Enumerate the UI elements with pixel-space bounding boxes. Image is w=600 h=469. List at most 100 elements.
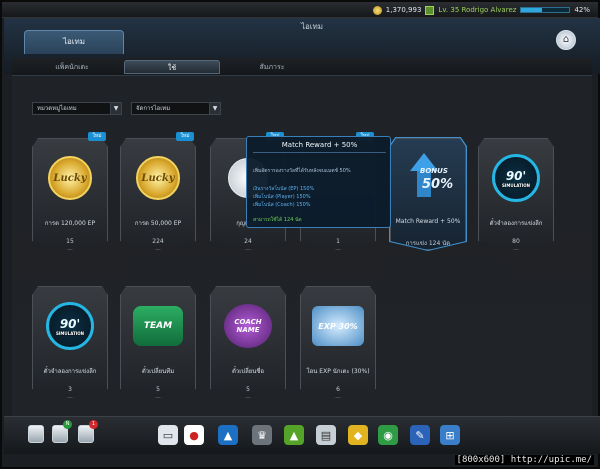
eraser-icon[interactable]: ▭ — [158, 425, 178, 445]
mail-count-badge: 1 — [89, 420, 98, 429]
tooltip-bonus-player: เพิ่มโบนัส (Player) 150% — [253, 194, 311, 200]
bonus-arrow-art: BONUS 50% — [406, 153, 454, 203]
shield-icon[interactable]: ◆ — [348, 425, 368, 445]
category-dropdown-value: หมวดหมู่ไอเทม — [37, 105, 77, 112]
card-count: การแข่ง 124 นัด — [405, 240, 451, 247]
simulation-icon: 90' SIMULATION — [42, 298, 98, 354]
item-card-lucky-50k[interactable]: ใหม่ Lucky การด 50,000 EP 224 — [120, 132, 196, 250]
lucky-coin-icon: Lucky — [42, 150, 98, 206]
coin-icon — [372, 5, 382, 15]
tab-items[interactable]: ไอเทม — [24, 30, 124, 54]
bonus-arrow-icon: BONUS 50% — [400, 150, 456, 206]
item-card-name-change[interactable]: COACH NAME ตั๋วเปลี่ยนชื่อ 5 — [210, 286, 286, 398]
xp-bar-fill — [521, 8, 542, 12]
money-amount: 1,370,993 — [385, 6, 422, 14]
cart-icon[interactable]: ⊞ — [440, 425, 460, 445]
sort-dropdown[interactable]: จัดการไอเทม ▼ — [131, 102, 221, 115]
xp-bar — [520, 7, 571, 13]
card-label: การด 120,000 EP — [44, 220, 96, 227]
exp-art: EXP 30% — [312, 306, 364, 346]
status-strip: 1,370,993 Lv. 35 Rodrigo Alvarez 42% — [2, 2, 598, 18]
lucky-coin-icon: Lucky — [130, 150, 186, 206]
item-card-simulation-1[interactable]: 90' SIMULATION ตั๋วจำลองการแข่งลีก 80 — [478, 138, 554, 250]
card-label: ตั๋วเปลี่ยนทีม — [141, 368, 175, 375]
subtab-player-packs[interactable]: แพ็คนักเตะ — [42, 60, 102, 74]
bonus-percent: 50% — [422, 177, 454, 192]
tooltip-title: Match Reward + 50% — [281, 141, 358, 149]
card-label: ตั๋วเปลี่ยนชื่อ — [231, 368, 265, 375]
game-window: 1,370,993 Lv. 35 Rodrigo Alvarez 42% ไอเ… — [0, 0, 600, 469]
card-count: 15 — [66, 238, 74, 245]
card-count: 80 — [512, 238, 520, 245]
status-info: 1,370,993 Lv. 35 Rodrigo Alvarez 42% — [372, 4, 590, 16]
sort-dropdown-value: จัดการไอเทม — [136, 105, 171, 112]
card-label: Match Reward + 50% — [395, 218, 461, 225]
item-card-lucky-120k[interactable]: ใหม่ Lucky การด 120,000 EP 15 — [32, 132, 108, 250]
xp-percent: 42% — [574, 6, 590, 14]
bottom-taskbar: N 1 ▭ ● ▲ ♛ ▲ ▤ ◆ ◉ ✎ ⊞ — [4, 416, 600, 454]
level-text: Lv. 35 Rodrigo Alvarez — [438, 6, 517, 14]
simulation-minutes: 90' — [505, 168, 527, 183]
card-count: 5 — [246, 386, 250, 393]
new-notification-badge: N — [63, 420, 72, 429]
category-dropdown[interactable]: หมวดหมู่ไอเทม ▼ — [32, 102, 122, 115]
card-count: 6 — [336, 386, 340, 393]
messages-button[interactable]: N — [52, 420, 72, 443]
item-tooltip: Match Reward + 50% เพิ่มอัตรารองรางวัลที… — [246, 136, 391, 228]
badge-icon[interactable]: ◉ — [378, 425, 398, 445]
new-badge: ใหม่ — [176, 132, 194, 141]
simulation-word: SIMULATION — [54, 330, 86, 336]
bonus-text: BONUS — [420, 167, 448, 175]
ball-icon[interactable]: ● — [184, 425, 204, 445]
home-icon: ⌂ — [562, 34, 570, 45]
pencil-icon[interactable]: ✎ — [410, 425, 430, 445]
item-card-exp-transfer[interactable]: EXP 30% โอน EXP นักเตะ (30%) 6 — [300, 286, 376, 398]
subtab-bar: แพ็คนักเตะ ใช้ สัมภาระ — [12, 58, 592, 76]
subtab-inventory[interactable]: สัมภาระ — [242, 60, 302, 74]
chevron-down-icon: ▼ — [209, 103, 220, 114]
tooltip-description: เพิ่มอัตรารองรางวัลที่ได้รับหลังจบแมตช์ … — [253, 168, 351, 174]
card-count: 24 — [244, 238, 252, 245]
home-button[interactable]: ⌂ — [556, 30, 576, 50]
exp-icon: EXP 30% — [310, 298, 366, 354]
window-title: ไอเทม — [300, 22, 324, 31]
level-badge-icon — [425, 5, 435, 15]
tooltip-bonus-coach: เพิ่มโบนัส (Coach) 150% — [253, 202, 311, 208]
lucky-coin-art: Lucky — [136, 156, 180, 200]
trophy-icon[interactable]: ♛ — [252, 425, 272, 445]
item-card-team-change[interactable]: TEAM ตั๋วเปลี่ยนทีม 5 — [120, 286, 196, 398]
card-count: 5 — [156, 386, 160, 393]
simulation-minutes: 90' — [59, 316, 81, 331]
profile-button[interactable] — [28, 425, 44, 443]
card-count: 3 — [68, 386, 72, 393]
watermark: [800x600] http://upic.me/ — [454, 455, 594, 465]
card-label: การด 50,000 EP — [134, 220, 182, 227]
document-icon[interactable]: ▤ — [316, 425, 336, 445]
item-card-simulation-2[interactable]: 90' SIMULATION ตั๋วจำลองการแข่งลีก 3 — [32, 286, 108, 398]
boot-icon[interactable]: ▲ — [218, 425, 238, 445]
new-badge: ใหม่ — [88, 132, 106, 141]
simulation-word: SIMULATION — [500, 182, 532, 188]
simulation-art: 90' SIMULATION — [46, 302, 94, 350]
tooltip-availability: สามารถใช้ได้ 124 นัด — [253, 217, 302, 223]
lucky-coin-art: Lucky — [48, 156, 92, 200]
team-icon: TEAM — [130, 298, 186, 354]
simulation-art: 90' SIMULATION — [492, 154, 540, 202]
card-count: 224 — [152, 238, 164, 245]
pyramid-icon[interactable]: ▲ — [284, 425, 304, 445]
card-label: ตั๋วจำลองการแข่งลีก — [489, 220, 543, 227]
tooltip-divider — [253, 152, 386, 153]
simulation-icon: 90' SIMULATION — [488, 150, 544, 206]
chevron-down-icon: ▼ — [110, 103, 121, 114]
coach-name-art: COACH NAME — [224, 304, 272, 348]
card-label: ตั๋วจำลองการแข่งลีก — [43, 368, 97, 375]
coach-name-icon: COACH NAME — [220, 298, 276, 354]
subtab-use[interactable]: ใช้ — [124, 60, 220, 74]
card-label: โอน EXP นักเตะ (30%) — [306, 368, 370, 375]
team-art: TEAM — [133, 306, 183, 346]
mail-button[interactable]: 1 — [78, 420, 98, 443]
item-grid-panel: หมวดหมู่ไอเทม ▼ จัดการไอเทม ▼ ใหม่ Lucky… — [12, 76, 592, 416]
card-count: 1 — [336, 238, 340, 245]
tooltip-bonus-ep: เงินรางวัลโบนัส (EP) 150% — [253, 186, 315, 192]
item-card-match-reward[interactable]: BONUS 50% Match Reward + 50% การแข่ง 124… — [389, 137, 467, 251]
